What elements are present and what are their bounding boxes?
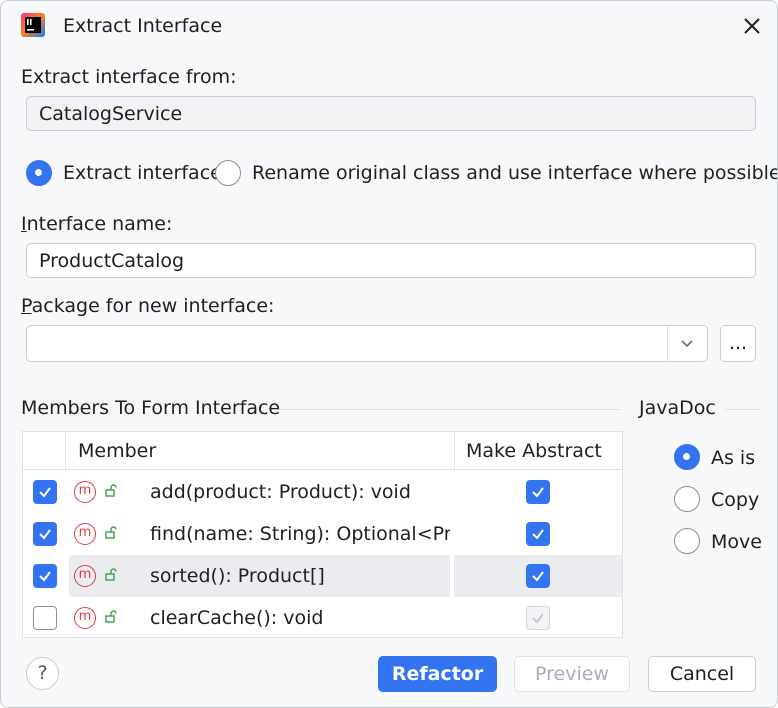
extract-from-value: CatalogService [39,103,183,125]
public-lock-icon [105,526,117,539]
javadoc-copy-radio[interactable] [674,486,700,512]
make-abstract-cell [454,555,622,597]
header-divider [65,432,66,470]
method-icon: m [74,565,96,587]
table-row[interactable]: m clearCache(): void [23,597,622,639]
package-combobox[interactable] [26,325,708,362]
make-abstract-cell [454,471,622,513]
public-lock-icon [105,484,117,497]
make-abstract-checkbox-disabled [526,606,550,630]
member-cell: m add(product: Product): void [69,471,450,513]
javadoc-as-is-radio[interactable] [674,444,700,470]
extract-from-field[interactable]: CatalogService [26,96,756,131]
table-row[interactable]: m sorted(): Product[] [23,555,622,597]
help-button[interactable]: ? [26,657,59,690]
table-row[interactable]: m add(product: Product): void [23,471,622,513]
javadoc-copy-label[interactable]: Copy [711,488,759,512]
chevron-down-icon[interactable] [679,337,695,351]
rename-original-radio[interactable] [215,160,241,186]
method-icon: m [74,481,96,503]
make-abstract-checkbox[interactable] [526,522,550,546]
member-include-checkbox[interactable] [33,480,57,504]
member-cell: m find(name: String): Optional<Proc [69,513,450,555]
javadoc-section-separator [725,409,761,410]
preview-button[interactable]: Preview [514,656,630,692]
javadoc-move-radio[interactable] [674,528,700,554]
members-section-label: Members To Form Interface [21,397,281,419]
interface-name-input[interactable]: ProductCatalog [26,243,756,278]
member-include-checkbox[interactable] [33,564,57,588]
members-section-separator [279,409,621,410]
cancel-button[interactable]: Cancel [648,656,756,692]
member-include-checkbox[interactable] [33,606,57,630]
table-header: Member Make Abstract [23,432,622,470]
column-member[interactable]: Member [78,432,156,470]
package-label: Package for new interface: [21,295,275,317]
member-signature: find(name: String): Optional<Proc [150,523,450,545]
public-lock-icon [105,568,117,581]
interface-name-label: Interface name: [21,213,173,235]
javadoc-as-is-label[interactable]: As is [711,446,755,470]
member-include-checkbox[interactable] [33,522,57,546]
javadoc-section-label: JavaDoc [639,397,716,419]
interface-name-value: ProductCatalog [39,250,185,272]
dialog-title: Extract Interface [63,15,223,37]
member-signature: clearCache(): void [150,607,324,629]
method-icon: m [74,607,96,629]
extract-interface-radio-label[interactable]: Extract interface [63,161,222,185]
member-cell: m sorted(): Product[] [69,555,450,597]
refactor-button[interactable]: Refactor [378,656,497,692]
rename-original-radio-label[interactable]: Rename original class and use interface … [252,161,777,185]
member-cell: m clearCache(): void [69,597,450,639]
make-abstract-cell [454,513,622,555]
members-table: Member Make Abstract m add(product: Prod… [22,431,623,638]
member-signature: sorted(): Product[] [150,565,325,587]
table-row[interactable]: m find(name: String): Optional<Proc [23,513,622,555]
header-divider [454,432,455,470]
intellij-app-icon [21,13,45,37]
make-abstract-cell [454,597,622,639]
method-icon: m [74,523,96,545]
javadoc-move-label[interactable]: Move [711,530,762,554]
make-abstract-checkbox[interactable] [526,480,550,504]
public-lock-icon [105,610,117,623]
browse-package-button[interactable]: ... [720,325,756,362]
member-signature: add(product: Product): void [150,481,411,503]
extract-interface-radio[interactable] [26,160,52,186]
make-abstract-checkbox[interactable] [526,564,550,588]
extract-interface-dialog: Extract Interface Extract interface from… [0,0,778,708]
close-icon[interactable] [739,13,765,39]
column-make-abstract[interactable]: Make Abstract [466,432,602,470]
combobox-divider [667,326,668,361]
extract-from-label: Extract interface from: [21,66,237,88]
